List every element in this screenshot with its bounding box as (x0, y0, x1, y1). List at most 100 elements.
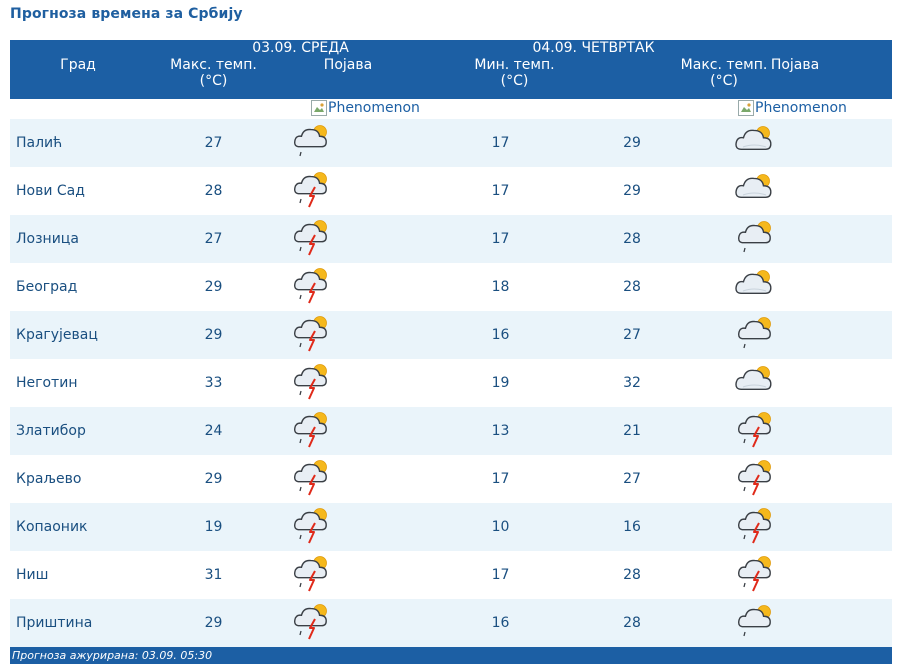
table-row: Копаоник 19 10 16 (10, 503, 893, 551)
cloud-sun-rain-icon (733, 599, 781, 647)
day1-header: 03.09. СРЕДА (146, 40, 415, 57)
table-row: Ниш 31 17 28 (10, 551, 893, 599)
thunderstorm-sun-icon (733, 407, 781, 455)
table-row: Приштина 29 16 28 (10, 599, 893, 647)
max-temp-day1-header: Макс. темп. (°C) (146, 57, 281, 99)
phenomenon-day1-cell (281, 167, 415, 215)
city-cell: Златибор (10, 407, 146, 455)
forecast-table: 03.09. СРЕДА 04.09. ЧЕТВРТАК Град Макс. … (10, 40, 893, 664)
max-temp-day1-cell: 31 (146, 551, 281, 599)
max-temp-day2-cell: 16 (586, 503, 678, 551)
thunderstorm-sun-icon (289, 311, 337, 359)
phenomenon-day2-cell (678, 311, 893, 359)
city-cell: Београд (10, 263, 146, 311)
min-temp-day2-cell: 17 (415, 551, 586, 599)
max-temp-day2-cell: 28 (586, 599, 678, 647)
partly-cloudy-icon (733, 167, 781, 215)
min-temp-day2-cell: 17 (415, 455, 586, 503)
city-cell: Краљево (10, 455, 146, 503)
broken-image-icon (738, 100, 754, 116)
phenomenon-day1-cell (281, 311, 415, 359)
table-row: Палић 27 17 29 (10, 119, 893, 167)
max-temp-day2-cell: 27 (586, 311, 678, 359)
max-temp-day2-cell: 29 (586, 167, 678, 215)
city-cell: Приштина (10, 599, 146, 647)
max-temp-day1-cell: 33 (146, 359, 281, 407)
phenomenon-day1-cell (281, 455, 415, 503)
cloud-sun-rain-icon (289, 119, 337, 167)
min-temp-day2-cell: 17 (415, 215, 586, 263)
min-temp-day2-header: Мин. темп. (°C) (415, 57, 586, 99)
table-row: Неготин 33 19 32 (10, 359, 893, 407)
min-temp-day2-cell: 17 (415, 119, 586, 167)
partly-cloudy-icon (733, 119, 781, 167)
city-cell: Крагујевац (10, 311, 146, 359)
max-temp-day2-cell: 28 (586, 263, 678, 311)
phenomenon-day2-cell (678, 119, 893, 167)
thunderstorm-sun-icon (289, 359, 337, 407)
thunderstorm-sun-icon (289, 551, 337, 599)
max-temp-day1-cell: 27 (146, 215, 281, 263)
phenomenon-day1-cell (281, 551, 415, 599)
phenomenon-day1-label: Појава (323, 57, 373, 73)
max-temp-day1-cell: 19 (146, 503, 281, 551)
day1-empty-cell (10, 40, 146, 57)
phenomenon-day2-cell (678, 263, 893, 311)
min-temp-day2-label: Мин. темп. (°C) (474, 57, 555, 89)
thunderstorm-sun-icon (289, 455, 337, 503)
thunderstorm-sun-icon (289, 503, 337, 551)
max-temp-day1-cell: 24 (146, 407, 281, 455)
table-row: Краљево 29 17 27 (10, 455, 893, 503)
broken-image-day1: Phenomenon (311, 100, 420, 116)
thunderstorm-sun-icon (733, 503, 781, 551)
max-temp-day1-cell: 27 (146, 119, 281, 167)
partly-cloudy-icon (733, 359, 781, 407)
phenomenon-day2-cell (678, 215, 893, 263)
table-row: Нови Сад 28 17 29 (10, 167, 893, 215)
phenomenon-day1-cell (281, 215, 415, 263)
phenomenon-day2-cell (678, 407, 893, 455)
phenomenon-day2-cell (678, 359, 893, 407)
phenomenon-day1-cell (281, 503, 415, 551)
city-column-header: Град (10, 57, 146, 99)
max-temp-day2-cell: 32 (586, 359, 678, 407)
cloud-sun-rain-icon (733, 311, 781, 359)
max-temp-day1-cell: 28 (146, 167, 281, 215)
max-temp-day1-cell: 29 (146, 455, 281, 503)
max-temp-day2-cell: 27 (586, 455, 678, 503)
table-row: Лозница 27 17 28 (10, 215, 893, 263)
table-row: Београд 29 18 28 (10, 263, 893, 311)
city-header-label: Град (60, 57, 96, 73)
min-temp-day2-cell: 18 (415, 263, 586, 311)
table-row: Крагујевац 29 16 27 (10, 311, 893, 359)
thunderstorm-sun-icon (289, 599, 337, 647)
phenomenon-day1-header: Појава (281, 57, 415, 99)
table-row: Златибор 24 13 21 (10, 407, 893, 455)
max-temp-day1-cell: 29 (146, 599, 281, 647)
broken-image-alt-day1: Phenomenon (328, 100, 420, 116)
forecast-updated-note: Прогноза ажурирана: 03.09. 05:30 (10, 647, 893, 664)
max-temp-day2-cell: 28 (586, 551, 678, 599)
phenomenon-day2-cell (678, 455, 893, 503)
thunderstorm-sun-icon (289, 407, 337, 455)
phenomenon-day2-cell (678, 599, 893, 647)
max-temp-day2-header: Макс. темп. (°C) (586, 57, 767, 99)
city-cell: Нови Сад (10, 167, 146, 215)
thunderstorm-sun-icon (289, 263, 337, 311)
thunderstorm-sun-icon (289, 167, 337, 215)
phenomenon-day1-cell (281, 407, 415, 455)
broken-image-icon (311, 100, 327, 116)
phenomenon-day2-cell (678, 503, 893, 551)
phenomenon-day2-label: Појава (770, 57, 820, 73)
phenomenon-day2-cell (678, 551, 893, 599)
phenomenon-day1-cell (281, 359, 415, 407)
phenomenon-day1-cell (281, 599, 415, 647)
min-temp-day2-cell: 16 (415, 311, 586, 359)
day2-header: 04.09. ЧЕТВРТАК (415, 40, 893, 57)
min-temp-day2-cell: 13 (415, 407, 586, 455)
max-temp-day2-cell: 29 (586, 119, 678, 167)
city-cell: Копаоник (10, 503, 146, 551)
city-cell: Лозница (10, 215, 146, 263)
thunderstorm-sun-icon (733, 455, 781, 503)
city-cell: Ниш (10, 551, 146, 599)
